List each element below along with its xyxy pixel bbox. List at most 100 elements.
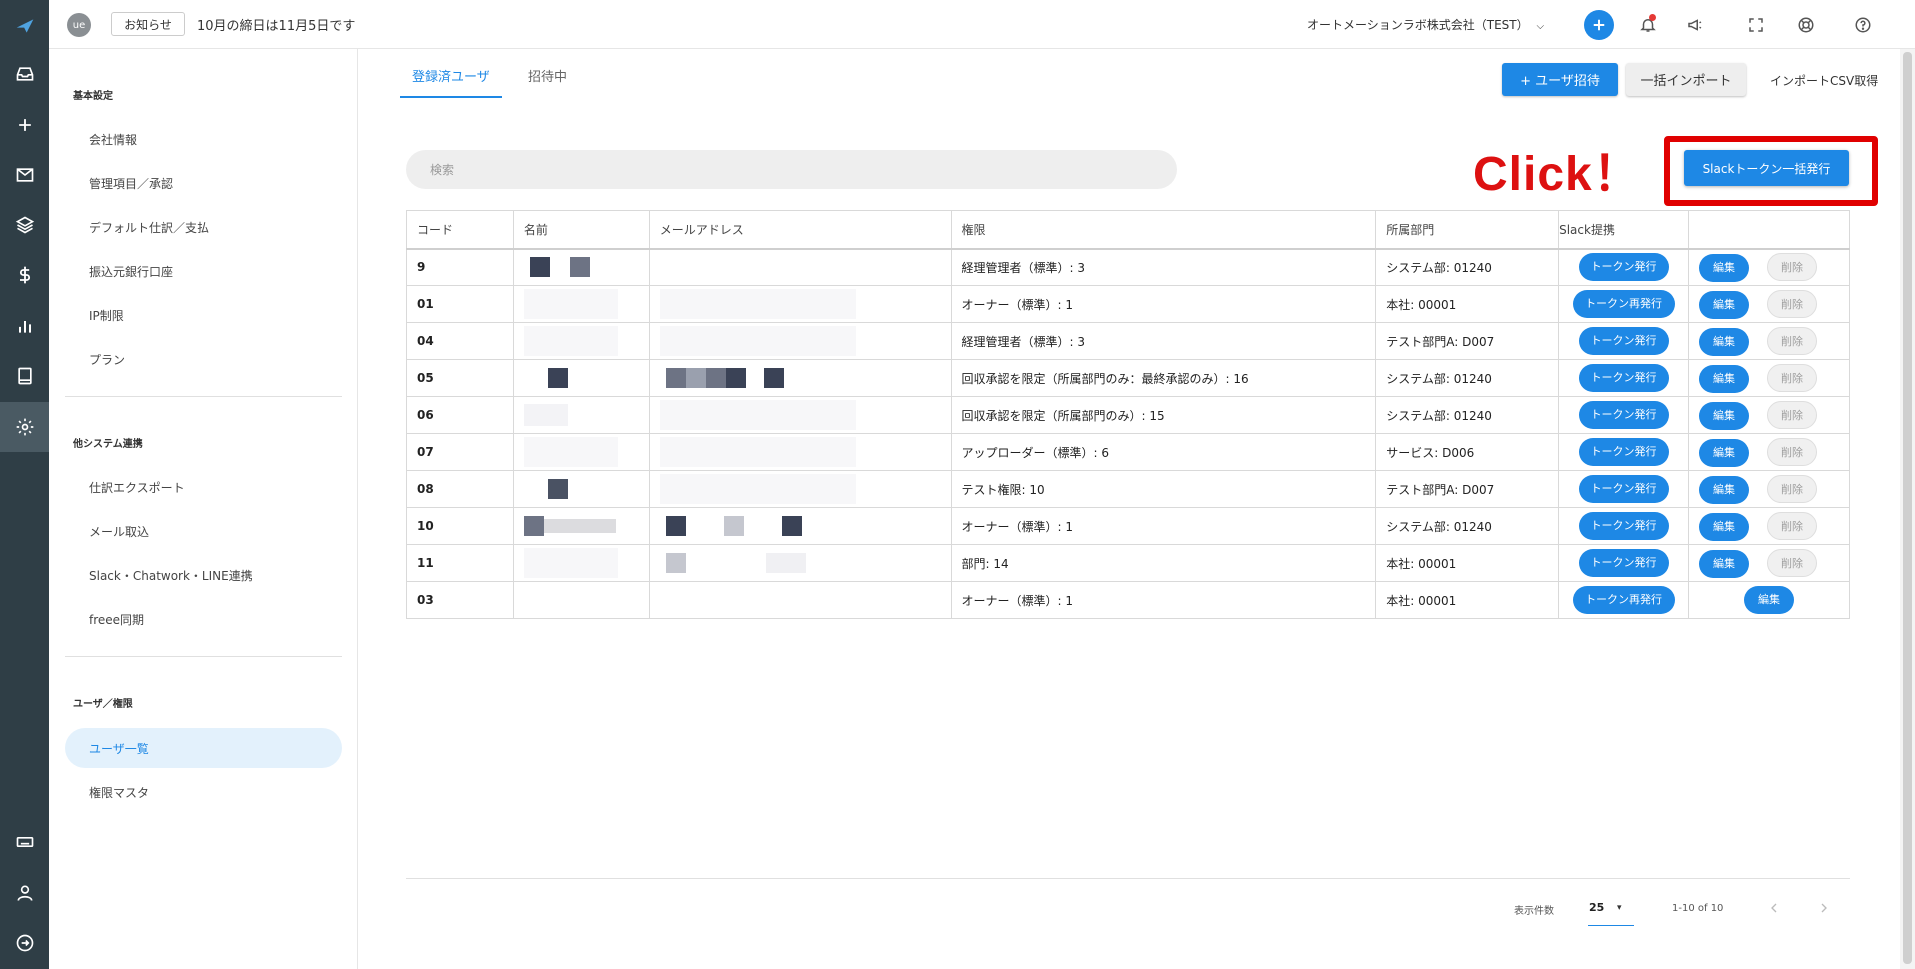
fullscreen-icon[interactable]: [1744, 13, 1768, 37]
bell-icon[interactable]: [1636, 13, 1660, 37]
token-issue-button[interactable]: トークン発行: [1578, 438, 1669, 466]
sidebar-item-bank-account[interactable]: 振込元銀行口座: [89, 263, 173, 280]
delete-button[interactable]: 削除: [1767, 474, 1818, 503]
delete-button[interactable]: 削除: [1767, 548, 1818, 577]
delete-button[interactable]: 削除: [1767, 400, 1818, 429]
sidebar-item-chat-integration[interactable]: Slack・Chatwork・LINE連携: [89, 567, 253, 584]
cell-code: 9: [406, 248, 514, 286]
sidebar-item-management[interactable]: 管理項目／承認: [89, 175, 173, 192]
cell-email-redacted: [648, 359, 952, 397]
app-logo-icon[interactable]: [0, 4, 49, 48]
avatar[interactable]: ue: [67, 13, 91, 37]
notice-button[interactable]: お知らせ: [111, 12, 185, 36]
notice-message: 10月の締日は11月5日です: [197, 19, 356, 34]
user-icon[interactable]: [0, 871, 49, 915]
plus-icon: [1593, 19, 1605, 31]
chevron-left-icon: [1771, 903, 1777, 913]
bulk-import-button[interactable]: 一括インポート: [1626, 63, 1746, 96]
question-icon[interactable]: [1851, 13, 1875, 37]
token-issue-button[interactable]: トークン発行: [1578, 475, 1669, 503]
cell-code: 07: [406, 433, 514, 471]
edit-button[interactable]: 編集: [1699, 512, 1750, 541]
token-reissue-button[interactable]: トークン再発行: [1572, 586, 1675, 614]
bar-chart-icon[interactable]: [0, 304, 49, 348]
sidebar-item-plan[interactable]: プラン: [89, 351, 125, 368]
chevron-right-icon: [1821, 903, 1827, 913]
edit-button[interactable]: 編集: [1699, 401, 1750, 430]
dollar-icon[interactable]: [0, 253, 49, 297]
cell-role: オーナー（標準）: 1: [950, 285, 1377, 323]
delete-button[interactable]: 削除: [1767, 363, 1818, 392]
delete-button[interactable]: 削除: [1767, 511, 1818, 540]
sidebar-item-company[interactable]: 会社情報: [89, 131, 137, 148]
delete-button[interactable]: 削除: [1767, 437, 1818, 466]
cell-code: 11: [406, 544, 514, 582]
token-issue-button[interactable]: トークン発行: [1578, 364, 1669, 392]
edit-button[interactable]: 編集: [1699, 253, 1750, 282]
header-role[interactable]: 権限: [950, 210, 1377, 250]
section-title-basic: 基本設定: [73, 91, 113, 102]
cell-department: システム部: 01240: [1375, 507, 1560, 545]
cell-email-redacted: [648, 507, 952, 545]
settings-gear-icon[interactable]: [0, 402, 49, 452]
help-lifebuoy-icon[interactable]: [1794, 13, 1818, 37]
header-code[interactable]: コード: [406, 210, 514, 250]
edit-button[interactable]: 編集: [1699, 327, 1750, 356]
left-rail: [0, 0, 49, 969]
table-row: 10 オーナー（標準）: 1 システム部: 01240 トークン発行 編集 削除: [406, 507, 1850, 545]
import-csv-link[interactable]: インポートCSV取得: [1770, 72, 1878, 89]
sidebar-item-default-journal[interactable]: デフォルト仕訳／支払: [89, 219, 209, 236]
cell-code: 10: [406, 507, 514, 545]
cell-name-redacted: [512, 507, 650, 545]
token-issue-button[interactable]: トークン発行: [1578, 327, 1669, 355]
tab-registered-users[interactable]: 登録済ユーザ: [412, 66, 490, 85]
edit-button[interactable]: 編集: [1699, 290, 1750, 319]
edit-button[interactable]: 編集: [1699, 475, 1750, 504]
sidebar-item-role-master[interactable]: 権限マスタ: [89, 784, 149, 801]
layers-icon[interactable]: [0, 203, 49, 247]
prev-page-button[interactable]: [1762, 896, 1786, 920]
book-icon[interactable]: [0, 354, 49, 398]
keyboard-icon[interactable]: [0, 820, 49, 864]
token-issue-button[interactable]: トークン発行: [1578, 253, 1669, 282]
add-icon[interactable]: [0, 103, 49, 147]
header-email[interactable]: メールアドレス: [648, 210, 952, 250]
header-department[interactable]: 所属部門: [1375, 210, 1560, 250]
sidebar-item-user-list[interactable]: ユーザ一覧: [89, 740, 149, 757]
megaphone-icon[interactable]: [1683, 13, 1707, 37]
sidebar-item-freee-sync[interactable]: freee同期: [89, 611, 144, 628]
delete-button[interactable]: 削除: [1767, 289, 1818, 318]
header-name[interactable]: 名前: [512, 210, 650, 250]
sidebar-item-ip-restriction[interactable]: IP制限: [89, 307, 124, 324]
cell-email-redacted: [648, 396, 952, 434]
invite-user-button[interactable]: + ユーザ招待: [1502, 63, 1618, 96]
delete-button[interactable]: 削除: [1767, 252, 1818, 281]
token-issue-button[interactable]: トークン発行: [1578, 549, 1669, 577]
edit-button[interactable]: 編集: [1744, 586, 1795, 614]
edit-button[interactable]: 編集: [1699, 438, 1750, 467]
edit-button[interactable]: 編集: [1699, 549, 1750, 578]
sidebar-item-journal-export[interactable]: 仕訳エクスポート: [89, 479, 185, 496]
tab-invited[interactable]: 招待中: [528, 66, 567, 85]
logout-icon[interactable]: [0, 921, 49, 965]
mail-check-icon[interactable]: [0, 153, 49, 197]
quick-add-button[interactable]: [1584, 10, 1614, 40]
delete-button[interactable]: 削除: [1767, 326, 1818, 355]
table-row: 06 回収承認を限定（所属部門のみ）: 15 システム部: 01240 トークン…: [406, 396, 1850, 434]
token-reissue-button[interactable]: トークン再発行: [1572, 290, 1675, 318]
sidebar-item-mail-import[interactable]: メール取込: [89, 523, 149, 540]
slack-bulk-issue-button[interactable]: Slackトークン一括発行: [1684, 150, 1849, 186]
scrollbar-thumb[interactable]: [1903, 52, 1912, 964]
search-input[interactable]: [406, 150, 1177, 189]
token-issue-button[interactable]: トークン発行: [1578, 401, 1669, 429]
cell-department: サービス: D006: [1375, 433, 1560, 471]
cell-role: 回収承認を限定（所属部門のみ）: 15: [950, 396, 1377, 434]
inbox-icon[interactable]: [0, 52, 49, 96]
users-table: コード 名前 メールアドレス 権限 所属部門 Slack提携 9 経理管理者（標…: [406, 210, 1850, 619]
cell-role: オーナー（標準）: 1: [950, 581, 1377, 619]
edit-button[interactable]: 編集: [1699, 364, 1750, 393]
company-switcher[interactable]: オートメーションラボ株式会社（TEST） ⌵: [1307, 16, 1544, 33]
next-page-button[interactable]: [1812, 896, 1836, 920]
token-issue-button[interactable]: トークン発行: [1578, 512, 1669, 540]
cell-code: 06: [406, 396, 514, 434]
